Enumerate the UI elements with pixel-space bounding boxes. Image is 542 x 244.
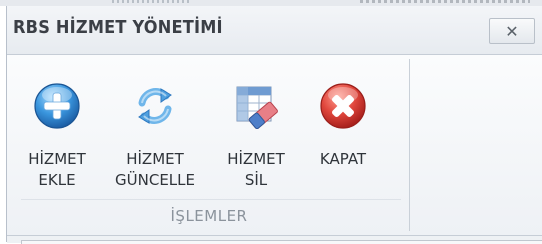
title-bar: RBS HİZMET YÖNETİMİ ✕ bbox=[7, 6, 542, 55]
window-title: RBS HİZMET YÖNETİMİ bbox=[13, 17, 223, 38]
background-decoration bbox=[112, 0, 192, 3]
ribbon-group-operations: HİZMET EKLE HİZMET GÜNCELLE HİZMET SİL K… bbox=[9, 59, 410, 231]
add-icon bbox=[34, 83, 80, 129]
eraser-icon bbox=[236, 86, 278, 130]
group-divider bbox=[21, 199, 401, 200]
update-service-label: HİZMET GÜNCELLE bbox=[115, 150, 195, 189]
content-panel bbox=[21, 240, 542, 244]
group-label: İŞLEMLER bbox=[170, 207, 248, 225]
background-decoration bbox=[360, 0, 530, 3]
close-circle-icon bbox=[320, 83, 366, 129]
delete-service-button[interactable]: HİZMET SİL bbox=[216, 81, 296, 201]
delete-service-label: HİZMET SİL bbox=[227, 150, 285, 189]
service-window: RBS HİZMET YÖNETİMİ ✕ HİZMET EKLE HİZMET… bbox=[6, 6, 542, 244]
window-close-button[interactable]: ✕ bbox=[489, 18, 535, 44]
ribbon: HİZMET EKLE HİZMET GÜNCELLE HİZMET SİL K… bbox=[7, 55, 542, 235]
close-icon: ✕ bbox=[505, 21, 519, 41]
close-action-button[interactable]: KAPAT bbox=[303, 81, 383, 201]
close-action-label: KAPAT bbox=[319, 150, 367, 168]
update-service-button[interactable]: HİZMET GÜNCELLE bbox=[115, 81, 195, 201]
add-service-label: HİZMET EKLE bbox=[28, 150, 86, 189]
refresh-icon bbox=[138, 88, 172, 124]
add-service-button[interactable]: HİZMET EKLE bbox=[17, 81, 97, 201]
